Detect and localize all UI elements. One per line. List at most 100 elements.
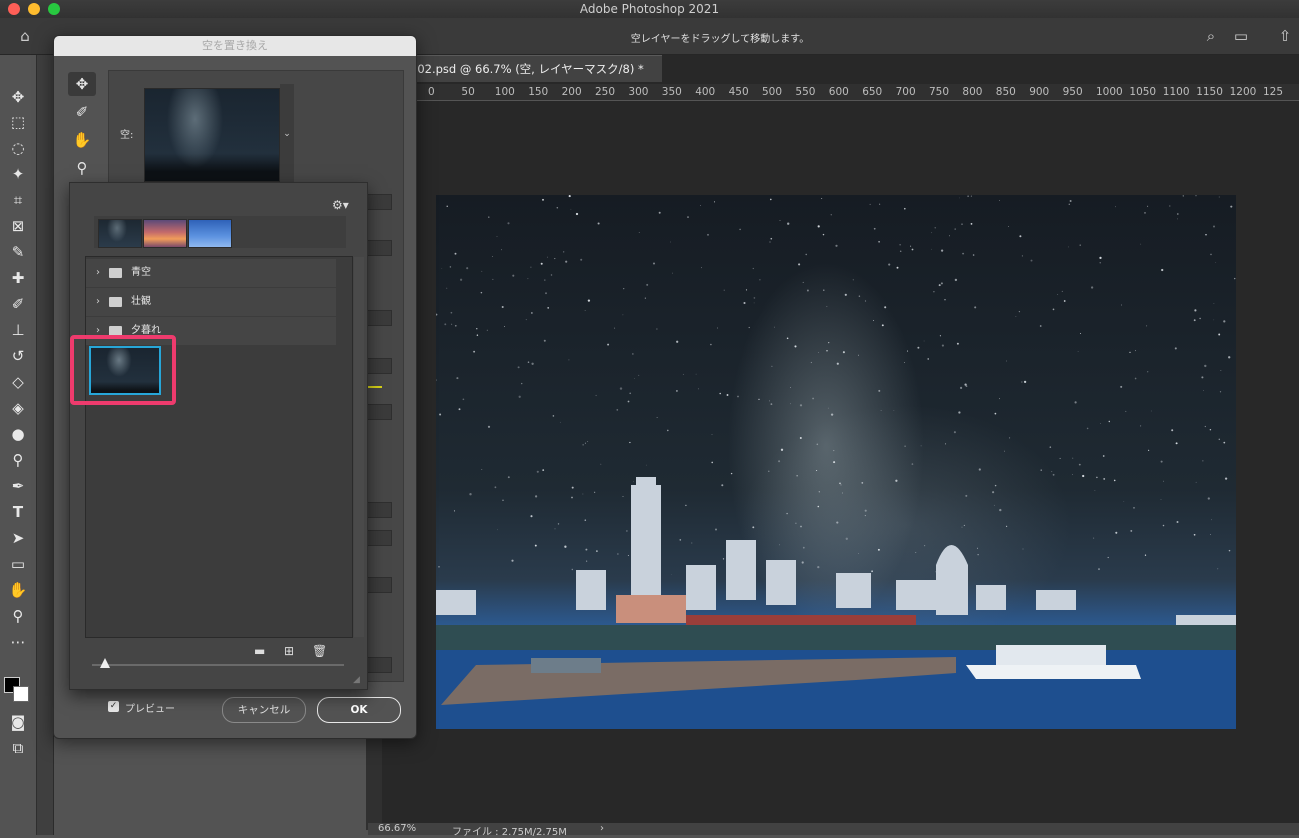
sky-label: 空:: [120, 130, 134, 141]
more-tools-icon[interactable]: ⋯: [6, 631, 30, 653]
setting-field[interactable]: [366, 530, 392, 546]
folder-row[interactable]: › 壮観: [86, 288, 336, 316]
ruler-tick-label: 750: [929, 86, 950, 98]
ruler-tick-label: 1100: [1162, 86, 1190, 98]
move-sky-icon[interactable]: ✥: [68, 72, 96, 96]
preview-label: プレビュー: [125, 704, 175, 715]
quick-mask-icon[interactable]: ◙: [6, 711, 30, 733]
folder-name: 青空: [131, 267, 151, 278]
setting-field[interactable]: [366, 240, 392, 256]
sky-list: › 青空 › 壮観 › 夕暮れ: [85, 256, 364, 638]
sky-thumbnail[interactable]: [144, 88, 280, 182]
setting-field[interactable]: [366, 358, 392, 374]
zoom-tool-icon[interactable]: ⚲: [6, 605, 30, 627]
blue-sky-preset[interactable]: [188, 219, 232, 248]
preview-checkbox[interactable]: ✓: [108, 701, 119, 712]
healing-brush-icon[interactable]: ✚: [6, 267, 30, 289]
ruler-tick-label: 700: [895, 86, 916, 98]
color-adjust-indicator: [368, 386, 382, 388]
zoom-level[interactable]: 66.67%: [378, 823, 416, 834]
title-bar: Adobe Photoshop 2021: [0, 0, 1299, 19]
setting-field[interactable]: [366, 194, 392, 210]
cancel-button[interactable]: キャンセル: [222, 697, 306, 723]
stamp-tool-icon[interactable]: ⊥: [6, 319, 30, 341]
ruler-tick-label: 1150: [1196, 86, 1223, 98]
file-size-info: ファイル : 2.75M/2.75M: [452, 827, 567, 838]
trash-icon[interactable]: 🗑: [312, 644, 327, 658]
search-icon[interactable]: ⌕: [1202, 27, 1220, 45]
dodge-tool-icon[interactable]: ⚲: [6, 449, 30, 471]
workspace-icon[interactable]: ▭: [1232, 27, 1250, 45]
crop-tool-icon[interactable]: ⌗: [6, 189, 30, 211]
ruler-tick-label: 1000: [1096, 86, 1123, 98]
setting-field[interactable]: [366, 577, 392, 593]
eraser-tool-icon[interactable]: ◇: [6, 371, 30, 393]
setting-field[interactable]: [366, 310, 392, 326]
path-selection-icon[interactable]: ➤: [6, 527, 30, 549]
new-group-icon[interactable]: ▬: [254, 644, 265, 658]
stars: [436, 195, 1236, 575]
resize-grip-icon[interactable]: ◢: [353, 675, 360, 685]
ruler-tick-label: 900: [1029, 86, 1050, 98]
ruler-tick-label: 400: [695, 86, 716, 98]
ruler-tick-label: 50: [461, 86, 475, 98]
sky-brush-icon[interactable]: ✐: [68, 100, 96, 124]
ruler-tick-label: 1200: [1229, 86, 1257, 98]
ruler-tick-label: 850: [995, 86, 1016, 98]
canvas-image[interactable]: [436, 195, 1236, 729]
tools-panel: ✥ ⬚ ◌ ✦ ⌗ ⊠ ✎ ✚ ✐ ⊥ ↺ ◇ ◈ ● ⚲ ✒ T ➤ ▭ ✋ …: [0, 55, 37, 835]
gear-icon[interactable]: ⚙▾: [332, 198, 349, 212]
dialog-title: 空を置き換え: [54, 36, 416, 56]
add-sky-icon[interactable]: ⊞: [284, 644, 294, 658]
paint-bucket-icon[interactable]: ◈: [6, 397, 30, 419]
setting-field[interactable]: [366, 404, 392, 420]
marquee-tool-icon[interactable]: ⬚: [6, 111, 30, 133]
ruler-tick-label: 500: [762, 86, 783, 98]
type-tool-icon[interactable]: T: [6, 501, 30, 523]
custom-sky-thumbnail[interactable]: [89, 346, 161, 395]
move-tool-icon[interactable]: ✥: [6, 86, 30, 108]
hand-icon[interactable]: ✋: [68, 128, 96, 152]
list-scrollbar[interactable]: [354, 257, 364, 637]
home-icon[interactable]: ⌂: [16, 27, 34, 45]
chevron-right-icon[interactable]: ›: [96, 288, 100, 316]
history-brush-icon[interactable]: ↺: [6, 345, 30, 367]
pen-tool-icon[interactable]: ✒: [6, 475, 30, 497]
ruler-tick-label: 1050: [1129, 86, 1157, 98]
thumbnail-size-slider[interactable]: [92, 664, 344, 666]
lasso-tool-icon[interactable]: ◌: [6, 137, 30, 159]
document-tab[interactable]: 002.psd @ 66.7% (空, レイヤーマスク/8) *: [410, 55, 662, 82]
background-color-swatch[interactable]: [13, 686, 29, 702]
setting-dropdown[interactable]: [366, 502, 392, 518]
sky-dropdown-chevron-icon[interactable]: ⌄: [280, 84, 294, 184]
folder-row[interactable]: › 青空: [86, 259, 336, 287]
ruler-tick-label: 950: [1062, 86, 1083, 98]
sunset-preset[interactable]: [143, 219, 187, 248]
rectangle-tool-icon[interactable]: ▭: [6, 553, 30, 575]
ok-button[interactable]: OK: [317, 697, 401, 723]
folder-icon: [109, 268, 122, 278]
ruler-tick-label: 550: [795, 86, 816, 98]
ruler-tick-label: 300: [628, 86, 649, 98]
app-title: Adobe Photoshop 2021: [579, 2, 720, 16]
brush-tool-icon[interactable]: ✐: [6, 293, 30, 315]
output-dropdown[interactable]: [366, 657, 392, 673]
chevron-right-icon[interactable]: ›: [96, 259, 100, 287]
ruler-tick-label: 0: [428, 86, 435, 98]
status-expand-icon[interactable]: ›: [600, 823, 604, 834]
ruler-tick-label: 150: [528, 86, 549, 98]
share-icon[interactable]: ⇧: [1276, 27, 1294, 45]
cityscape-graphic: [436, 195, 1236, 729]
slider-handle[interactable]: [100, 658, 110, 668]
eyedropper-icon[interactable]: ✎: [6, 241, 30, 263]
collapsed-panel: [37, 55, 54, 835]
screen-mode-icon[interactable]: ⧉: [6, 737, 30, 759]
hand-tool-icon[interactable]: ✋: [6, 579, 30, 601]
night-sky-preset[interactable]: [98, 219, 142, 248]
zoom-icon[interactable]: ⚲: [68, 156, 96, 180]
blur-tool-icon[interactable]: ●: [6, 423, 30, 445]
frame-tool-icon[interactable]: ⊠: [6, 215, 30, 237]
magic-wand-icon[interactable]: ✦: [6, 163, 30, 185]
vertical-ruler: [366, 730, 382, 830]
sky-picker-popup: ⚙▾ › 青空 › 壮観 › 夕暮れ ▬ ⊞ 🗑 ◢: [69, 182, 368, 690]
